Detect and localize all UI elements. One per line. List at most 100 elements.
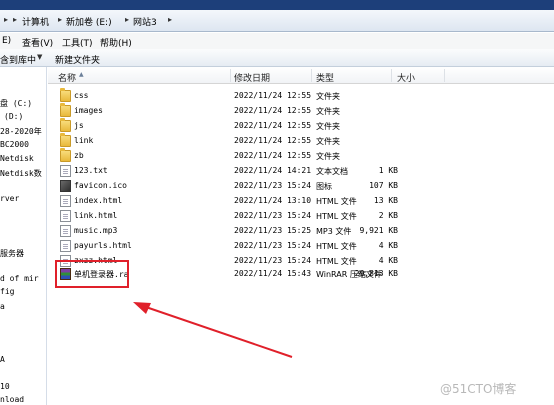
file-name: js <box>74 121 84 130</box>
breadcrumb-arrow-icon[interactable]: ▸ <box>125 15 129 24</box>
dropdown-arrow-icon[interactable]: ▼ <box>37 53 42 61</box>
file-row[interactable]: music.mp3 2022/11/23 15:25 MP3 文件 9,921 … <box>48 224 554 239</box>
file-type: 图标 <box>316 182 332 191</box>
file-type: HTML 文件 <box>316 242 357 251</box>
file-name: images <box>74 106 103 115</box>
breadcrumb-computer[interactable]: 计算机 <box>22 15 49 28</box>
file-row[interactable]: payurls.html 2022/11/23 15:24 HTML 文件 4 … <box>48 239 554 254</box>
file-date: 2022/11/24 14:21 <box>234 166 312 175</box>
breadcrumb-folder[interactable]: 网站3 <box>133 15 157 28</box>
column-headers: 名称 ▲ 修改日期 类型 大小 <box>48 67 554 84</box>
file-type: 文本文档 <box>316 167 348 176</box>
column-divider[interactable] <box>444 69 445 82</box>
watermark: @51CTO博客 <box>440 382 517 396</box>
nav-item[interactable]: nload <box>0 395 24 404</box>
address-bar[interactable]: ▸ ▸ 计算机 ▸ 新加卷 (E:) ▸ 网站3 ▸ <box>0 10 554 32</box>
nav-item[interactable]: A <box>0 355 5 364</box>
breadcrumb-arrow-icon[interactable]: ▸ <box>58 15 62 24</box>
folder-icon <box>60 88 71 102</box>
nav-item[interactable]: (D:) <box>4 112 23 121</box>
nav-item[interactable]: BC2000 <box>0 140 29 149</box>
file-size: 1 KB <box>378 166 398 175</box>
column-name-header[interactable]: 名称 <box>58 71 76 84</box>
file-row[interactable]: link.html 2022/11/23 15:24 HTML 文件 2 KB <box>48 209 554 224</box>
file-date: 2022/11/24 12:55 <box>234 151 312 160</box>
menu-bar: E) 查看(V) 工具(T) 帮助(H) <box>0 33 554 49</box>
nav-item[interactable]: 10 <box>0 382 10 391</box>
file-size: 4 KB <box>378 241 398 250</box>
file-date: 2022/11/23 15:24 <box>234 211 312 220</box>
column-divider[interactable] <box>391 69 392 82</box>
file-row[interactable]: index.html 2022/11/24 13:10 HTML 文件 13 K… <box>48 194 554 209</box>
new-folder-button[interactable]: 新建文件夹 <box>55 53 100 66</box>
html-file-icon <box>60 240 71 252</box>
folder-icon <box>60 118 71 132</box>
column-size-header[interactable]: 大小 <box>397 71 415 84</box>
file-list-pane: 名称 ▲ 修改日期 类型 大小 css 2022/11/24 12:55 文件夹… <box>48 67 554 405</box>
nav-item[interactable]: Netdisk数 <box>0 168 42 179</box>
file-size: 2 KB <box>378 211 398 220</box>
folder-icon <box>60 133 71 147</box>
image-icon <box>60 180 71 192</box>
file-name: 123.txt <box>74 166 108 175</box>
file-size: 9,921 KB <box>359 226 398 235</box>
file-name: index.html <box>74 196 123 205</box>
file-date: 2022/11/24 12:55 <box>234 106 312 115</box>
file-size: 4 KB <box>378 256 398 265</box>
file-date: 2022/11/24 15:43 <box>234 269 312 278</box>
file-date: 2022/11/23 15:24 <box>234 256 312 265</box>
column-divider[interactable] <box>311 69 312 82</box>
file-row[interactable]: css 2022/11/24 12:55 文件夹 <box>48 88 554 104</box>
file-size: 13 KB <box>373 196 398 205</box>
file-name: link.html <box>74 211 118 220</box>
file-type: HTML 文件 <box>316 257 357 266</box>
file-row[interactable]: zb 2022/11/24 12:55 文件夹 <box>48 148 554 164</box>
file-row[interactable]: link 2022/11/24 12:55 文件夹 <box>48 133 554 149</box>
file-name: link <box>74 136 94 145</box>
file-date: 2022/11/23 15:24 <box>234 181 312 190</box>
file-type: 文件夹 <box>316 107 340 116</box>
file-name: payurls.html <box>74 241 132 250</box>
file-date: 2022/11/23 15:25 <box>234 226 312 235</box>
menu-tools[interactable]: 工具(T) <box>62 36 93 49</box>
file-row[interactable]: 123.txt 2022/11/24 14:21 文本文档 1 KB <box>48 164 554 179</box>
nav-item[interactable]: Netdisk <box>0 154 34 163</box>
nav-item[interactable]: rver <box>0 194 19 203</box>
audio-file-icon <box>60 225 71 237</box>
menu-help[interactable]: 帮助(H) <box>100 36 132 49</box>
file-date: 2022/11/24 13:10 <box>234 196 312 205</box>
window-titlebar <box>0 0 554 10</box>
menu-view[interactable]: 查看(V) <box>22 36 53 49</box>
nav-item[interactable]: 服务器 <box>0 248 24 259</box>
include-in-library-button[interactable]: 含到库中 <box>0 53 36 66</box>
column-type-header[interactable]: 类型 <box>316 71 334 84</box>
file-name: zb <box>74 151 84 160</box>
file-name: css <box>74 91 89 100</box>
file-type: 文件夹 <box>316 152 340 161</box>
nav-item[interactable]: fig <box>0 287 14 296</box>
file-size: 29,813 KB <box>354 269 398 278</box>
file-date: 2022/11/24 12:55 <box>234 91 312 100</box>
breadcrumb-arrow-icon[interactable]: ▸ <box>4 15 8 24</box>
file-name: music.mp3 <box>74 226 118 235</box>
html-file-icon <box>60 195 71 207</box>
file-row[interactable]: images 2022/11/24 12:55 文件夹 <box>48 103 554 119</box>
navigation-pane: 盘 (C:) (D:) 28-2020年 BC2000 Netdisk Netd… <box>0 67 47 405</box>
folder-icon <box>60 103 71 117</box>
column-divider[interactable] <box>230 69 231 82</box>
nav-item[interactable]: a <box>0 302 5 311</box>
text-file-icon <box>60 165 71 177</box>
file-row[interactable]: js 2022/11/24 12:55 文件夹 <box>48 118 554 134</box>
nav-item[interactable]: 28-2020年 <box>0 126 42 137</box>
file-type: HTML 文件 <box>316 197 357 206</box>
breadcrumb-arrow-icon[interactable]: ▸ <box>13 15 17 24</box>
column-date-header[interactable]: 修改日期 <box>234 71 270 84</box>
file-type: MP3 文件 <box>316 227 352 236</box>
breadcrumb-drive-e[interactable]: 新加卷 (E:) <box>66 15 112 28</box>
nav-item[interactable]: 盘 (C:) <box>0 98 32 109</box>
menu-edit[interactable]: E) <box>2 36 11 46</box>
file-date: 2022/11/24 12:55 <box>234 121 312 130</box>
breadcrumb-arrow-icon[interactable]: ▸ <box>168 15 172 24</box>
nav-item[interactable]: d of mir <box>0 274 39 283</box>
file-row[interactable]: favicon.ico 2022/11/23 15:24 图标 107 KB <box>48 179 554 194</box>
